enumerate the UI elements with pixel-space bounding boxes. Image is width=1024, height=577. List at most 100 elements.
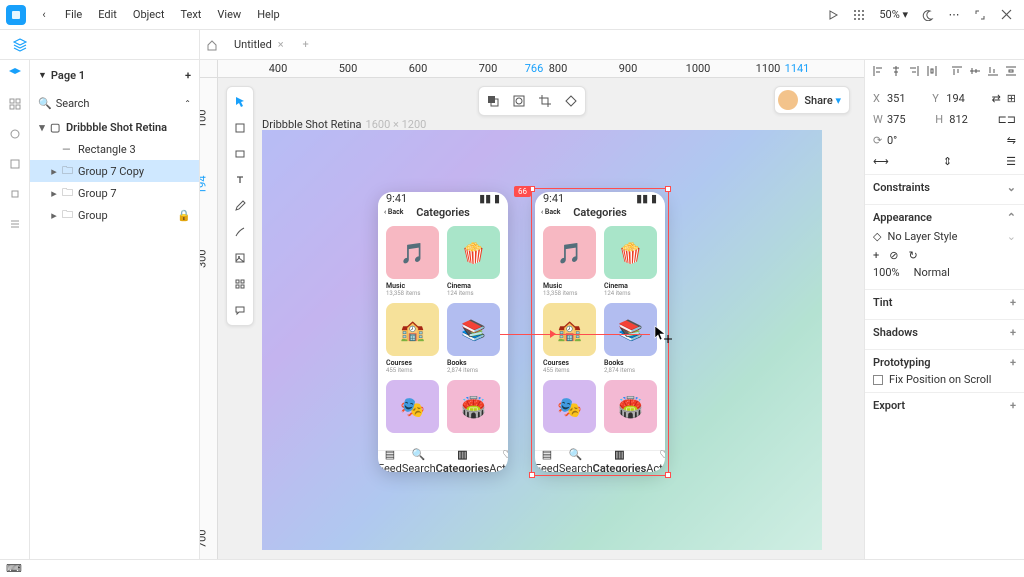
menu-view[interactable]: View (210, 4, 248, 25)
play-icon[interactable] (821, 3, 845, 27)
section-tint[interactable]: Tint (873, 296, 892, 309)
chevron-up-icon[interactable]: ⌃ (1007, 211, 1016, 224)
add-icon[interactable]: + (1010, 356, 1016, 369)
app-logo[interactable] (6, 5, 26, 25)
layer-group7-copy[interactable]: ▸🗀Group 7 Copy (30, 160, 199, 182)
section-appearance[interactable]: Appearance (873, 211, 932, 224)
chevron-down-icon[interactable]: ▼ (38, 70, 47, 81)
field-x[interactable]: 351 (887, 92, 906, 105)
tool-text[interactable] (229, 169, 251, 191)
fix-position-checkbox[interactable] (873, 375, 883, 385)
resize-handle[interactable] (529, 472, 535, 478)
nav-back-icon[interactable]: ‹ (32, 3, 56, 27)
tool-pen[interactable] (229, 195, 251, 217)
canvas[interactable]: 4005006007007668009001000110011411300 10… (200, 60, 864, 559)
align-vcenter-icon[interactable] (968, 64, 982, 78)
layer-group[interactable]: ▸🗀Group🔒 (30, 204, 199, 226)
align-to-pixel-icon[interactable]: ⊞ (1007, 92, 1016, 105)
lock-icon[interactable]: 🔒 (177, 209, 191, 222)
field-y[interactable]: 194 (946, 92, 965, 105)
tool-comment[interactable] (229, 299, 251, 321)
blend-mode[interactable]: Normal (914, 266, 950, 279)
new-tab-icon[interactable]: + (294, 33, 318, 57)
tab-document[interactable]: Untitled× (224, 38, 294, 51)
align-right-icon[interactable] (907, 64, 921, 78)
add-icon[interactable]: + (1010, 326, 1016, 339)
resize-handle[interactable] (665, 472, 671, 478)
share-chip[interactable]: Share ▾ (774, 86, 850, 114)
rail-more-icon[interactable] (5, 214, 25, 234)
rail-shortcuts-icon[interactable] (5, 184, 25, 204)
crop-icon[interactable] (535, 91, 555, 111)
spacing-icon[interactable]: ⇕ (943, 155, 952, 168)
drag-indicator-line (500, 334, 650, 335)
expand-icon[interactable] (968, 3, 992, 27)
align-top-icon[interactable] (950, 64, 964, 78)
menu-edit[interactable]: Edit (91, 4, 124, 25)
rail-assets-icon[interactable] (5, 154, 25, 174)
tool-frame[interactable] (229, 117, 251, 139)
tool-rectangle[interactable] (229, 143, 251, 165)
add-icon[interactable]: + (1010, 296, 1016, 309)
list-icon[interactable]: ☰ (1006, 155, 1016, 168)
tool-pencil[interactable] (229, 221, 251, 243)
layer-rectangle[interactable]: —Rectangle 3 (30, 138, 199, 160)
field-rotation[interactable]: 0° (887, 134, 897, 147)
pixel-grid-icon[interactable] (847, 3, 871, 27)
page-name[interactable]: Page 1 (51, 69, 85, 82)
add-icon[interactable]: + (1010, 399, 1016, 412)
resize-handle[interactable] (665, 186, 671, 192)
field-h[interactable]: 812 (949, 113, 968, 126)
overflow-icon[interactable]: ⋯ (942, 3, 966, 27)
swap-xy-icon[interactable]: ⇄ (992, 92, 1001, 105)
chevron-down-icon[interactable]: ⌄ (1007, 181, 1016, 194)
layer-group7[interactable]: ▸🗀Group 7 (30, 182, 199, 204)
add-style-icon[interactable]: + (873, 249, 879, 262)
menu-text[interactable]: Text (173, 4, 208, 25)
lock-ratio-icon[interactable]: ⊏⊐ (998, 113, 1016, 126)
style-swatch-icon[interactable]: ◇ (873, 230, 881, 243)
refresh-style-icon[interactable]: ↻ (908, 249, 917, 262)
menu-object[interactable]: Object (126, 4, 172, 25)
layer-frame[interactable]: ▾▢Dribbble Shot Retina (30, 116, 199, 138)
menu-file[interactable]: File (58, 4, 89, 25)
keyboard-icon[interactable]: ⌨ (6, 562, 22, 575)
distribute-v-icon[interactable] (1004, 64, 1018, 78)
no-layer-style[interactable]: No Layer Style (887, 230, 957, 243)
rail-styles-icon[interactable] (5, 124, 25, 144)
chevron-down-icon[interactable]: ⌄ (1007, 230, 1016, 243)
theme-icon[interactable] (916, 3, 940, 27)
align-bottom-icon[interactable] (986, 64, 1000, 78)
field-w[interactable]: 375 (887, 113, 906, 126)
tool-select[interactable] (229, 91, 251, 113)
align-left-icon[interactable] (871, 64, 885, 78)
spacing-icon[interactable]: ⟷ (873, 155, 889, 168)
tool-component[interactable] (229, 273, 251, 295)
flip-h-icon[interactable]: ⇋ (1007, 134, 1016, 147)
apply-style-icon[interactable]: ⊘ (889, 249, 898, 262)
distribute-h-icon[interactable] (925, 64, 939, 78)
add-page-icon[interactable]: + (185, 69, 191, 82)
home-icon[interactable] (200, 33, 224, 57)
opacity-field[interactable]: 100% (873, 266, 900, 279)
section-prototyping[interactable]: Prototyping (873, 356, 930, 369)
left-rail (0, 60, 30, 559)
tool-image[interactable] (229, 247, 251, 269)
boolean-icon[interactable] (483, 91, 503, 111)
create-component-icon[interactable] (561, 91, 581, 111)
zoom-level[interactable]: 50% ▾ (873, 8, 914, 21)
mask-icon[interactable] (509, 91, 529, 111)
layers-icon[interactable] (8, 33, 32, 57)
section-constraints[interactable]: Constraints (873, 181, 930, 194)
section-export[interactable]: Export (873, 399, 905, 412)
section-shadows[interactable]: Shadows (873, 326, 918, 339)
tab-close-icon[interactable]: × (278, 38, 284, 51)
close-icon[interactable] (994, 3, 1018, 27)
layer-search[interactable]: Search (56, 97, 90, 110)
align-hcenter-icon[interactable] (889, 64, 903, 78)
rail-layers-icon[interactable] (5, 64, 25, 84)
collapse-icon[interactable]: ⌃ (184, 99, 191, 108)
mockup-phone-original[interactable]: 9:41▮▮ ▮‹ BackCategories🎵Music13,358 ite… (378, 192, 508, 472)
rail-components-icon[interactable] (5, 94, 25, 114)
menu-help[interactable]: Help (250, 4, 287, 25)
